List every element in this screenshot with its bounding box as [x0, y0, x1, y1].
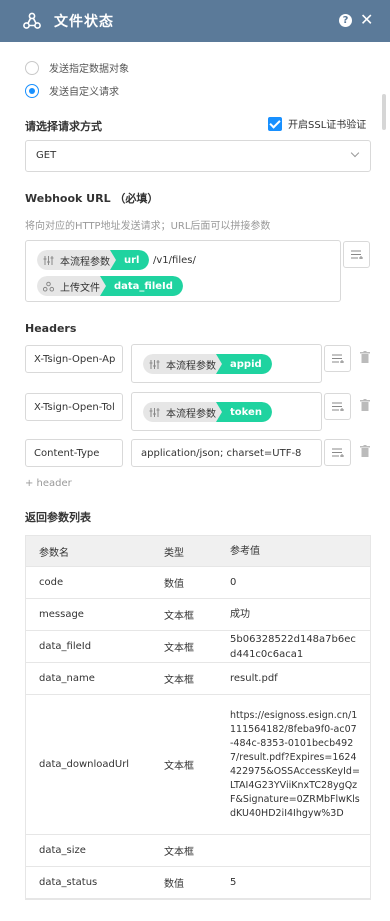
param-name: data_name [39, 673, 95, 684]
radio-button-selected[interactable] [25, 83, 39, 98]
upload-file-icon [43, 281, 54, 291]
table-row: data_size 文本框 [26, 835, 370, 867]
return-params-label: 返回参数列表 [25, 511, 91, 524]
header-key-input[interactable]: Content-Type [25, 439, 123, 467]
param-name: data_downloadUrl [39, 759, 130, 770]
ssl-verify-toggle[interactable]: 开启SSL证书验证 [268, 116, 366, 131]
param-type: 文本框 [164, 847, 194, 858]
ssl-label: 开启SSL证书验证 [288, 120, 367, 131]
param-type: 数值 [164, 879, 184, 890]
chip-label: 本流程参数 [60, 256, 110, 268]
chip-value: token [216, 402, 272, 422]
param-name: data_status [39, 877, 98, 888]
param-type: 文本框 [164, 675, 194, 686]
trash-icon[interactable] [360, 351, 370, 363]
help-icon[interactable]: ? [339, 14, 352, 27]
panel-title: 文件状态 [54, 14, 114, 30]
param-chip-token[interactable]: 本流程参数 token [143, 402, 272, 422]
chip-value: data_fileId [100, 276, 183, 296]
param-chip-appid[interactable]: 本流程参数 appid [143, 354, 272, 374]
panel-content: 发送指定数据对象 发送自定义请求 请选择请求方式 开启SSL证书验证 GET W… [0, 42, 390, 921]
webhook-url-input[interactable]: 本流程参数 url /v1/files/ 上传文件 data_fileId [25, 240, 341, 302]
param-type: 文本框 [164, 761, 194, 772]
column-header: 参数名 [39, 547, 69, 559]
trash-icon[interactable] [360, 399, 370, 411]
radio-button[interactable] [25, 60, 39, 75]
headers-label: Headers [25, 322, 77, 335]
chip-label: 上传文件 [60, 282, 100, 294]
header-value-input[interactable]: 本流程参数 token [131, 392, 322, 431]
param-type: 文本框 [164, 643, 194, 654]
param-value: 5 [230, 877, 237, 888]
param-name: message [39, 609, 84, 620]
header-value-input[interactable]: 本流程参数 appid [131, 344, 322, 383]
param-value: result.pdf [230, 673, 278, 684]
header-key-input[interactable]: X-Tsign-Open-Ap [25, 345, 123, 373]
insert-param-icon [332, 402, 344, 411]
flow-param-icon [149, 407, 160, 417]
flow-param-icon [43, 255, 54, 265]
url-suffix: /v1/files/ [153, 255, 196, 266]
add-header-link[interactable]: + header [25, 478, 72, 489]
webhook-hint: 将向对应的HTTP地址发送请求；URL后面可以拼接参数 [25, 221, 271, 232]
param-chip-url[interactable]: 本流程参数 url [37, 250, 150, 270]
table-row: data_fileId 文本框 5b06328522d148a7b6ecd441… [26, 631, 370, 663]
ssl-checkbox[interactable] [268, 116, 282, 131]
chip-label: 本流程参数 [166, 408, 216, 420]
request-method-label: 请选择请求方式 [25, 120, 102, 133]
insert-param-icon [332, 448, 344, 457]
insert-param-button[interactable] [324, 345, 351, 372]
scrollbar[interactable] [382, 94, 386, 130]
param-value: 成功 [230, 609, 250, 620]
radio-label: 发送自定义请求 [49, 87, 119, 98]
radio-label: 发送指定数据对象 [49, 64, 129, 75]
select-value: GET [36, 150, 57, 161]
webhook-url-label: Webhook URL （必填） [25, 192, 159, 205]
param-name: data_size [39, 845, 86, 856]
param-value: 0 [230, 577, 237, 588]
param-type: 数值 [164, 579, 184, 590]
column-header: 参考值 [230, 545, 260, 557]
param-name: code [39, 577, 64, 588]
header-value-input[interactable]: application/json; charset=UTF-8 [131, 439, 322, 467]
chip-value: appid [216, 354, 272, 374]
return-params-table: 参数名 类型 参考值 code 数值 0 message 文本框 成功 data… [25, 535, 371, 900]
insert-param-icon [351, 250, 363, 259]
insert-param-button[interactable] [343, 241, 370, 268]
table-header-row: 参数名 类型 参考值 [26, 536, 370, 567]
chevron-down-icon [350, 148, 360, 158]
insert-param-button[interactable] [324, 393, 351, 420]
param-value: 5b06328522d148a7b6ecd441c0c6aca1 [230, 633, 356, 660]
param-value: https://esignoss.esign.cn/1111564182/8fe… [230, 709, 360, 819]
radio-send-data-object[interactable]: 发送指定数据对象 [25, 60, 129, 75]
table-row: message 文本框 成功 [26, 599, 370, 631]
radio-send-custom-request[interactable]: 发送自定义请求 [25, 83, 119, 98]
table-row: code 数值 0 [26, 567, 370, 599]
table-row: data_name 文本框 result.pdf [26, 663, 370, 695]
column-header: 类型 [164, 547, 184, 559]
close-icon[interactable]: ✕ [360, 10, 373, 30]
webhook-icon [23, 12, 41, 29]
param-type: 文本框 [164, 611, 194, 622]
table-row: data_downloadUrl 文本框 https://esignoss.es… [26, 695, 370, 835]
table-row: data_status 数值 5 [26, 867, 370, 899]
request-method-select[interactable]: GET [25, 140, 371, 172]
param-value [216, 835, 370, 866]
header-key-input[interactable]: X-Tsign-Open-Tol [25, 393, 123, 421]
flow-param-icon [149, 359, 160, 369]
chip-label: 本流程参数 [166, 360, 216, 372]
panel-header: 文件状态 ? ✕ [0, 0, 390, 42]
param-name: data_fileId [39, 641, 92, 652]
insert-param-button[interactable] [324, 439, 351, 466]
param-chip-fileid[interactable]: 上传文件 data_fileId [37, 276, 183, 296]
insert-param-icon [332, 354, 344, 363]
chip-value: url [109, 250, 150, 270]
trash-icon[interactable] [360, 445, 370, 457]
